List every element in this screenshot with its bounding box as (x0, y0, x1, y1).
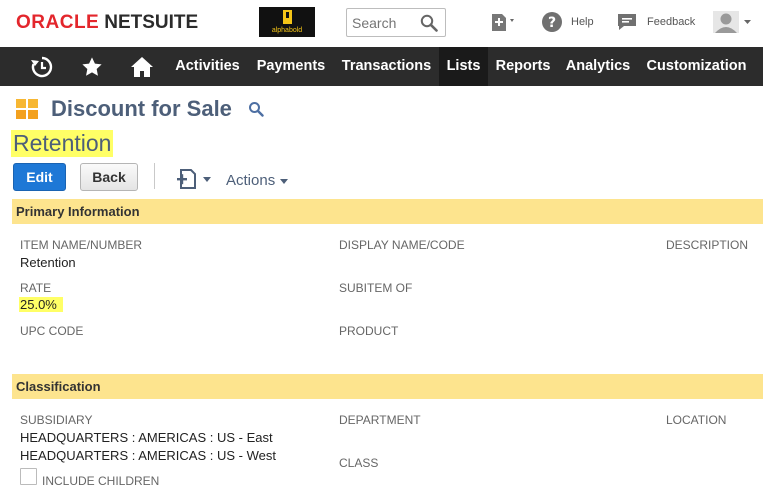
nav-reports[interactable]: Reports (488, 47, 558, 86)
subitem-of-label: SUBITEM OF (339, 281, 413, 295)
actions-label: Actions (226, 172, 276, 189)
product-label: PRODUCT (339, 324, 399, 338)
toolbar-divider (154, 163, 155, 189)
company-logo-text: alphabold (271, 27, 303, 34)
help-link[interactable]: Help (571, 16, 594, 28)
primary-information-header[interactable]: Primary Information (12, 199, 763, 224)
main-navigation: Activities Payments Transactions Lists R… (0, 47, 763, 86)
department-label: DEPARTMENT (339, 413, 421, 427)
user-avatar-icon[interactable] (712, 10, 754, 34)
search-icon[interactable] (420, 14, 438, 32)
description-label: DESCRIPTION (666, 238, 749, 252)
subsidiary-value: HEADQUARTERS : AMERICAS : US - West (20, 448, 276, 463)
nav-lists[interactable]: Lists (439, 47, 488, 86)
discount-record-icon (16, 99, 38, 119)
chevron-down-icon (280, 179, 289, 184)
top-header: ORACLENETSUITE alphabold ? Help Feedback (0, 0, 763, 47)
upc-code-label: UPC CODE (20, 324, 84, 338)
display-name-label: DISPLAY NAME/CODE (339, 238, 465, 252)
nav-customization[interactable]: Customization (638, 47, 755, 86)
favorites-button[interactable] (76, 47, 108, 86)
back-button[interactable]: Back (80, 163, 138, 191)
subsidiary-label: SUBSIDIARY (20, 413, 93, 427)
logo-oracle-text: ORACLE (16, 12, 100, 33)
subsidiary-value: HEADQUARTERS : AMERICAS : US - East (20, 430, 273, 445)
rate-label: RATE (20, 281, 52, 295)
include-children-checkbox[interactable] (20, 468, 37, 485)
nav-payments[interactable]: Payments (250, 47, 332, 86)
record-search-icon[interactable] (248, 101, 264, 117)
rate-value: 25.0% (19, 297, 63, 312)
create-new-icon[interactable] (489, 10, 519, 34)
star-icon (82, 56, 102, 76)
oracle-netsuite-logo[interactable]: ORACLE NETSUITE (16, 12, 198, 34)
recent-icon (31, 56, 53, 77)
page-title-row: Discount for Sale (0, 92, 763, 126)
home-icon (131, 56, 153, 77)
home-button[interactable] (126, 47, 158, 86)
svg-text:?: ? (548, 15, 556, 31)
actions-menu[interactable]: Actions (226, 172, 289, 189)
nav-analytics[interactable]: Analytics (560, 47, 636, 86)
global-search-input[interactable] (347, 9, 421, 36)
page-title: Discount for Sale (51, 96, 232, 121)
edit-button[interactable]: Edit (13, 163, 66, 191)
item-name-value: Retention (20, 255, 76, 270)
print-icon[interactable] (176, 168, 214, 190)
feedback-link[interactable]: Feedback (647, 16, 695, 28)
item-name-label: ITEM NAME/NUMBER (20, 238, 143, 252)
classification-header[interactable]: Classification (12, 374, 763, 399)
class-label: CLASS (339, 456, 379, 470)
logo-netsuite-text: NETSUITE (104, 12, 199, 33)
help-icon[interactable]: ? (541, 10, 563, 34)
nav-transactions[interactable]: Transactions (334, 47, 439, 86)
global-search (346, 8, 446, 37)
nav-activities[interactable]: Activities (167, 47, 248, 86)
record-name: Retention (11, 130, 114, 157)
include-children-label: INCLUDE CHILDREN (42, 474, 160, 488)
location-label: LOCATION (666, 413, 727, 427)
feedback-icon[interactable] (616, 10, 638, 34)
company-logo: alphabold (259, 7, 315, 37)
recent-records-button[interactable] (26, 47, 58, 86)
